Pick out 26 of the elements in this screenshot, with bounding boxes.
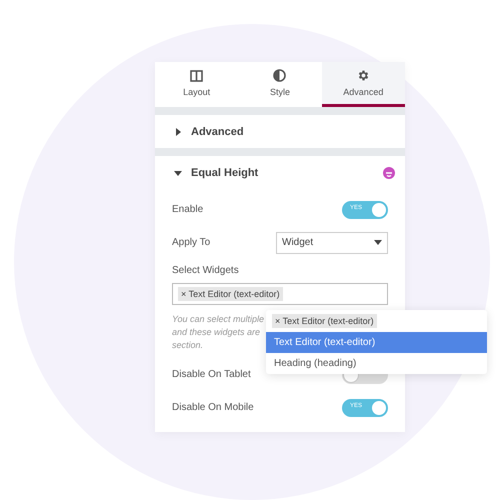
field-label: Disable On Tablet <box>172 369 251 380</box>
tab[interactable]: Layout <box>155 62 238 107</box>
tag-chip[interactable]: × Text Editor (text-editor) <box>178 287 283 301</box>
section-header[interactable]: Equal Height <box>155 156 405 189</box>
gear-icon <box>356 69 370 82</box>
tab[interactable]: Advanced <box>322 62 405 107</box>
help-text: You can select multiple <box>172 313 264 326</box>
help-text: and these widgets are <box>172 326 260 339</box>
badge-icon <box>383 166 395 178</box>
field-label: Select Widgets <box>172 265 240 276</box>
contrast-icon <box>273 69 286 82</box>
caret-icon <box>174 168 182 176</box>
tab[interactable]: Style <box>238 62 322 107</box>
columns-icon <box>190 70 204 82</box>
field-label: Apply To <box>172 237 210 248</box>
dropdown-option[interactable]: Heading (heading) <box>266 353 487 374</box>
section-header[interactable]: Advanced <box>155 115 405 148</box>
caret-icon <box>174 128 182 136</box>
field-label: Enable <box>172 204 204 215</box>
help-text: section. <box>172 339 204 352</box>
tag-chip[interactable]: × Text Editor (text-editor) <box>272 314 377 328</box>
field-label: Disable On Mobile <box>172 402 254 413</box>
input-field[interactable]: × Text Editor (text-editor) <box>172 283 388 305</box>
dropdown-option[interactable]: Text Editor (text-editor) <box>266 332 487 353</box>
select-field[interactable]: Widget <box>276 232 388 254</box>
caret-icon <box>374 240 382 245</box>
